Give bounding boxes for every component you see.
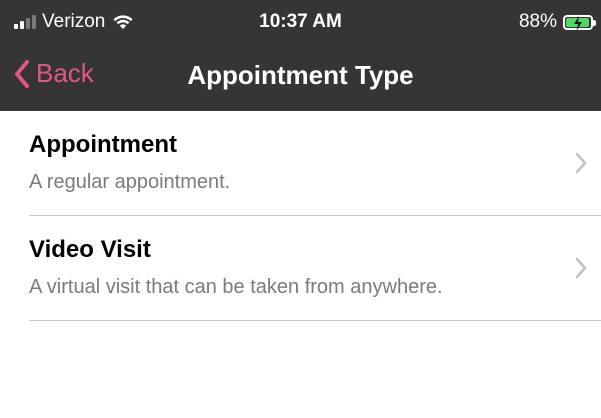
battery-charging-icon bbox=[563, 14, 596, 31]
list-item-subtitle: A regular appointment. bbox=[29, 171, 231, 193]
chevron-right-icon bbox=[575, 257, 587, 279]
status-time: 10:37 AM bbox=[259, 11, 342, 32]
list-item-appointment[interactable]: Appointment A regular appointment. bbox=[29, 111, 601, 216]
battery-cap bbox=[593, 19, 596, 26]
charging-bolt-icon bbox=[574, 15, 582, 31]
battery-percent: 88% bbox=[518, 11, 557, 32]
status-right: 88% bbox=[518, 11, 596, 33]
status-bar: Verizon 10:37 AM 88% bbox=[0, 0, 601, 44]
chevron-right-icon bbox=[575, 152, 587, 174]
list-item-subtitle: A virtual visit that can be taken from a… bbox=[29, 276, 443, 298]
navigation-bar: Back Appointment Type bbox=[0, 44, 601, 111]
top-bar: Verizon 10:37 AM 88% Back Appointment Ty… bbox=[0, 0, 601, 111]
list-item-title: Appointment bbox=[29, 131, 177, 158]
page-title: Appointment Type bbox=[187, 60, 414, 90]
list-item-title: Video Visit bbox=[29, 236, 151, 263]
appointment-type-list: Appointment A regular appointment. Video… bbox=[0, 111, 601, 321]
list-item-video-visit[interactable]: Video Visit A virtual visit that can be … bbox=[29, 216, 601, 321]
